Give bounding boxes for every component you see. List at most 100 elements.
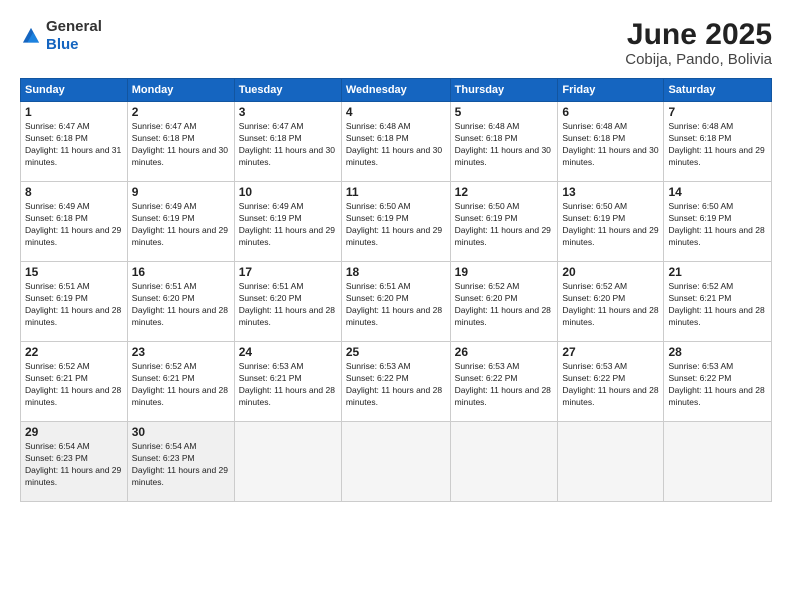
table-row: 19 Sunrise: 6:52 AM Sunset: 6:20 PM Dayl… bbox=[450, 262, 558, 342]
logo-blue: Blue bbox=[46, 36, 79, 53]
day-info: Sunrise: 6:54 AM Sunset: 6:23 PM Dayligh… bbox=[132, 441, 230, 489]
day-info: Sunrise: 6:53 AM Sunset: 6:22 PM Dayligh… bbox=[346, 361, 446, 409]
day-number: 5 bbox=[455, 105, 554, 119]
table-row: 25 Sunrise: 6:53 AM Sunset: 6:22 PM Dayl… bbox=[341, 342, 450, 422]
day-number: 21 bbox=[668, 265, 767, 279]
day-number: 25 bbox=[346, 345, 446, 359]
calendar-week-row: 22 Sunrise: 6:52 AM Sunset: 6:21 PM Dayl… bbox=[21, 342, 772, 422]
day-number: 22 bbox=[25, 345, 123, 359]
table-row: 5 Sunrise: 6:48 AM Sunset: 6:18 PM Dayli… bbox=[450, 102, 558, 182]
day-info: Sunrise: 6:48 AM Sunset: 6:18 PM Dayligh… bbox=[562, 121, 659, 169]
day-number: 23 bbox=[132, 345, 230, 359]
calendar-week-row: 15 Sunrise: 6:51 AM Sunset: 6:19 PM Dayl… bbox=[21, 262, 772, 342]
table-row: 4 Sunrise: 6:48 AM Sunset: 6:18 PM Dayli… bbox=[341, 102, 450, 182]
table-row: 13 Sunrise: 6:50 AM Sunset: 6:19 PM Dayl… bbox=[558, 182, 664, 262]
table-row: 10 Sunrise: 6:49 AM Sunset: 6:19 PM Dayl… bbox=[234, 182, 341, 262]
page-title: June 2025 bbox=[625, 18, 772, 51]
day-number: 19 bbox=[455, 265, 554, 279]
logo-text: General Blue bbox=[46, 18, 102, 53]
table-row: 26 Sunrise: 6:53 AM Sunset: 6:22 PM Dayl… bbox=[450, 342, 558, 422]
table-row: 12 Sunrise: 6:50 AM Sunset: 6:19 PM Dayl… bbox=[450, 182, 558, 262]
day-info: Sunrise: 6:51 AM Sunset: 6:20 PM Dayligh… bbox=[132, 281, 230, 329]
table-row: 28 Sunrise: 6:53 AM Sunset: 6:22 PM Dayl… bbox=[664, 342, 772, 422]
day-info: Sunrise: 6:53 AM Sunset: 6:22 PM Dayligh… bbox=[668, 361, 767, 409]
day-info: Sunrise: 6:49 AM Sunset: 6:19 PM Dayligh… bbox=[239, 201, 337, 249]
day-number: 6 bbox=[562, 105, 659, 119]
table-row: 1 Sunrise: 6:47 AM Sunset: 6:18 PM Dayli… bbox=[21, 102, 128, 182]
day-info: Sunrise: 6:48 AM Sunset: 6:18 PM Dayligh… bbox=[668, 121, 767, 169]
calendar-table: Sunday Monday Tuesday Wednesday Thursday… bbox=[20, 78, 772, 502]
calendar-header-row: Sunday Monday Tuesday Wednesday Thursday… bbox=[21, 79, 772, 102]
col-tuesday: Tuesday bbox=[234, 79, 341, 102]
day-number: 27 bbox=[562, 345, 659, 359]
day-number: 9 bbox=[132, 185, 230, 199]
day-number: 16 bbox=[132, 265, 230, 279]
day-info: Sunrise: 6:49 AM Sunset: 6:19 PM Dayligh… bbox=[132, 201, 230, 249]
table-row: 21 Sunrise: 6:52 AM Sunset: 6:21 PM Dayl… bbox=[664, 262, 772, 342]
table-row bbox=[664, 422, 772, 502]
day-number: 18 bbox=[346, 265, 446, 279]
table-row: 11 Sunrise: 6:50 AM Sunset: 6:19 PM Dayl… bbox=[341, 182, 450, 262]
day-number: 8 bbox=[25, 185, 123, 199]
day-info: Sunrise: 6:49 AM Sunset: 6:18 PM Dayligh… bbox=[25, 201, 123, 249]
col-wednesday: Wednesday bbox=[341, 79, 450, 102]
day-info: Sunrise: 6:47 AM Sunset: 6:18 PM Dayligh… bbox=[25, 121, 123, 169]
day-number: 28 bbox=[668, 345, 767, 359]
table-row: 16 Sunrise: 6:51 AM Sunset: 6:20 PM Dayl… bbox=[127, 262, 234, 342]
col-saturday: Saturday bbox=[664, 79, 772, 102]
day-number: 12 bbox=[455, 185, 554, 199]
col-monday: Monday bbox=[127, 79, 234, 102]
day-info: Sunrise: 6:50 AM Sunset: 6:19 PM Dayligh… bbox=[668, 201, 767, 249]
table-row: 3 Sunrise: 6:47 AM Sunset: 6:18 PM Dayli… bbox=[234, 102, 341, 182]
day-info: Sunrise: 6:50 AM Sunset: 6:19 PM Dayligh… bbox=[346, 201, 446, 249]
table-row: 20 Sunrise: 6:52 AM Sunset: 6:20 PM Dayl… bbox=[558, 262, 664, 342]
calendar-week-row: 8 Sunrise: 6:49 AM Sunset: 6:18 PM Dayli… bbox=[21, 182, 772, 262]
day-info: Sunrise: 6:53 AM Sunset: 6:21 PM Dayligh… bbox=[239, 361, 337, 409]
day-number: 26 bbox=[455, 345, 554, 359]
day-info: Sunrise: 6:47 AM Sunset: 6:18 PM Dayligh… bbox=[239, 121, 337, 169]
day-info: Sunrise: 6:51 AM Sunset: 6:20 PM Dayligh… bbox=[239, 281, 337, 329]
day-number: 2 bbox=[132, 105, 230, 119]
table-row: 6 Sunrise: 6:48 AM Sunset: 6:18 PM Dayli… bbox=[558, 102, 664, 182]
day-info: Sunrise: 6:51 AM Sunset: 6:20 PM Dayligh… bbox=[346, 281, 446, 329]
col-thursday: Thursday bbox=[450, 79, 558, 102]
table-row: 27 Sunrise: 6:53 AM Sunset: 6:22 PM Dayl… bbox=[558, 342, 664, 422]
day-info: Sunrise: 6:52 AM Sunset: 6:21 PM Dayligh… bbox=[25, 361, 123, 409]
page-header: General Blue June 2025 Cobija, Pando, Bo… bbox=[20, 18, 772, 68]
table-row: 7 Sunrise: 6:48 AM Sunset: 6:18 PM Dayli… bbox=[664, 102, 772, 182]
day-number: 3 bbox=[239, 105, 337, 119]
table-row: 24 Sunrise: 6:53 AM Sunset: 6:21 PM Dayl… bbox=[234, 342, 341, 422]
table-row: 17 Sunrise: 6:51 AM Sunset: 6:20 PM Dayl… bbox=[234, 262, 341, 342]
day-number: 20 bbox=[562, 265, 659, 279]
calendar-week-row: 29 Sunrise: 6:54 AM Sunset: 6:23 PM Dayl… bbox=[21, 422, 772, 502]
day-info: Sunrise: 6:52 AM Sunset: 6:20 PM Dayligh… bbox=[455, 281, 554, 329]
day-info: Sunrise: 6:47 AM Sunset: 6:18 PM Dayligh… bbox=[132, 121, 230, 169]
table-row: 30 Sunrise: 6:54 AM Sunset: 6:23 PM Dayl… bbox=[127, 422, 234, 502]
day-info: Sunrise: 6:54 AM Sunset: 6:23 PM Dayligh… bbox=[25, 441, 123, 489]
table-row bbox=[341, 422, 450, 502]
logo-general: General bbox=[46, 18, 102, 35]
title-block: June 2025 Cobija, Pando, Bolivia bbox=[625, 18, 772, 68]
table-row: 18 Sunrise: 6:51 AM Sunset: 6:20 PM Dayl… bbox=[341, 262, 450, 342]
table-row bbox=[558, 422, 664, 502]
day-number: 24 bbox=[239, 345, 337, 359]
table-row: 9 Sunrise: 6:49 AM Sunset: 6:19 PM Dayli… bbox=[127, 182, 234, 262]
day-number: 1 bbox=[25, 105, 123, 119]
day-info: Sunrise: 6:50 AM Sunset: 6:19 PM Dayligh… bbox=[562, 201, 659, 249]
day-number: 13 bbox=[562, 185, 659, 199]
day-info: Sunrise: 6:53 AM Sunset: 6:22 PM Dayligh… bbox=[455, 361, 554, 409]
calendar-week-row: 1 Sunrise: 6:47 AM Sunset: 6:18 PM Dayli… bbox=[21, 102, 772, 182]
table-row bbox=[450, 422, 558, 502]
day-number: 11 bbox=[346, 185, 446, 199]
table-row: 8 Sunrise: 6:49 AM Sunset: 6:18 PM Dayli… bbox=[21, 182, 128, 262]
day-info: Sunrise: 6:51 AM Sunset: 6:19 PM Dayligh… bbox=[25, 281, 123, 329]
day-number: 29 bbox=[25, 425, 123, 439]
day-info: Sunrise: 6:53 AM Sunset: 6:22 PM Dayligh… bbox=[562, 361, 659, 409]
logo: General Blue bbox=[20, 18, 102, 53]
day-number: 7 bbox=[668, 105, 767, 119]
col-friday: Friday bbox=[558, 79, 664, 102]
day-info: Sunrise: 6:48 AM Sunset: 6:18 PM Dayligh… bbox=[455, 121, 554, 169]
table-row: 22 Sunrise: 6:52 AM Sunset: 6:21 PM Dayl… bbox=[21, 342, 128, 422]
table-row: 29 Sunrise: 6:54 AM Sunset: 6:23 PM Dayl… bbox=[21, 422, 128, 502]
day-info: Sunrise: 6:48 AM Sunset: 6:18 PM Dayligh… bbox=[346, 121, 446, 169]
